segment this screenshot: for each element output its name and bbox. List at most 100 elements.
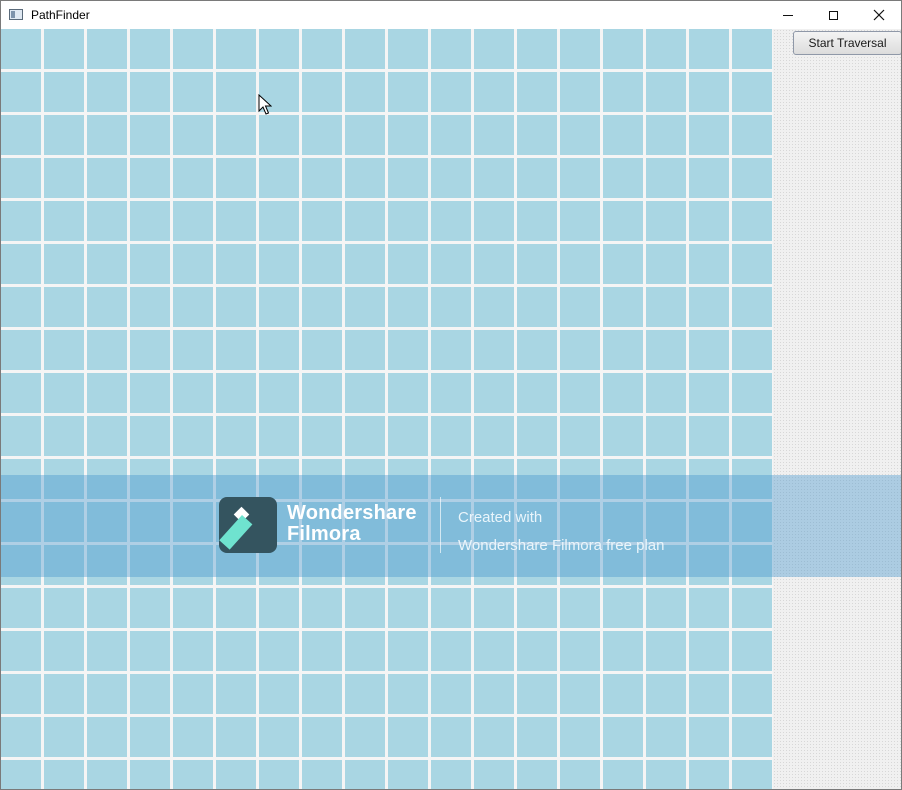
grid-cell[interactable] <box>216 244 256 284</box>
grid-cell[interactable] <box>216 201 256 241</box>
grid-cell[interactable] <box>646 373 686 413</box>
grid-cell[interactable] <box>130 72 170 112</box>
grid-cell[interactable] <box>173 72 213 112</box>
grid-cell[interactable] <box>689 244 729 284</box>
grid-cell[interactable] <box>689 717 729 757</box>
grid-cell[interactable] <box>431 29 471 69</box>
grid-cell[interactable] <box>517 588 557 628</box>
grid-cell[interactable] <box>689 373 729 413</box>
grid-cell[interactable] <box>388 416 428 456</box>
grid-cell[interactable] <box>646 72 686 112</box>
grid-cell[interactable] <box>1 115 41 155</box>
grid-cell[interactable] <box>87 330 127 370</box>
grid-cell[interactable] <box>517 416 557 456</box>
grid-cell[interactable] <box>130 115 170 155</box>
grid-cell[interactable] <box>732 631 772 671</box>
grid-cell[interactable] <box>216 717 256 757</box>
grid-cell[interactable] <box>646 287 686 327</box>
grid-cell[interactable] <box>646 115 686 155</box>
grid-cell[interactable] <box>388 72 428 112</box>
grid-cell[interactable] <box>646 674 686 714</box>
grid-cell[interactable] <box>216 373 256 413</box>
grid-cell[interactable] <box>388 201 428 241</box>
grid-cell[interactable] <box>130 244 170 284</box>
grid-cell[interactable] <box>173 674 213 714</box>
grid-cell[interactable] <box>216 29 256 69</box>
grid-cell[interactable] <box>87 158 127 198</box>
grid-cell[interactable] <box>44 717 84 757</box>
grid-cell[interactable] <box>388 115 428 155</box>
minimize-button[interactable] <box>765 1 811 29</box>
grid-cell[interactable] <box>689 631 729 671</box>
grid-cell[interactable] <box>388 330 428 370</box>
grid-cell[interactable] <box>345 416 385 456</box>
grid-cell[interactable] <box>560 373 600 413</box>
grid-cell[interactable] <box>44 158 84 198</box>
grid-cell[interactable] <box>259 588 299 628</box>
grid-cell[interactable] <box>646 330 686 370</box>
grid-cell[interactable] <box>517 287 557 327</box>
grid-cell[interactable] <box>173 416 213 456</box>
grid-cell[interactable] <box>603 158 643 198</box>
grid-cell[interactable] <box>1 717 41 757</box>
grid-cell[interactable] <box>560 760 600 790</box>
grid-cell[interactable] <box>302 287 342 327</box>
grid-cell[interactable] <box>130 416 170 456</box>
grid-cell[interactable] <box>388 631 428 671</box>
grid-cell[interactable] <box>1 287 41 327</box>
grid-cell[interactable] <box>173 631 213 671</box>
grid-cell[interactable] <box>216 588 256 628</box>
grid-cell[interactable] <box>689 760 729 790</box>
grid-cell[interactable] <box>216 115 256 155</box>
grid-cell[interactable] <box>732 158 772 198</box>
grid-cell[interactable] <box>130 631 170 671</box>
grid-cell[interactable] <box>431 760 471 790</box>
maximize-button[interactable] <box>810 1 856 29</box>
grid-cell[interactable] <box>345 29 385 69</box>
grid-cell[interactable] <box>474 115 514 155</box>
grid-cell[interactable] <box>259 717 299 757</box>
grid-cell[interactable] <box>44 416 84 456</box>
grid-cell[interactable] <box>474 717 514 757</box>
grid-cell[interactable] <box>1 330 41 370</box>
grid-cell[interactable] <box>173 760 213 790</box>
grid-cell[interactable] <box>646 717 686 757</box>
grid-cell[interactable] <box>173 244 213 284</box>
grid-cell[interactable] <box>603 373 643 413</box>
grid-cell[interactable] <box>603 588 643 628</box>
grid-cell[interactable] <box>44 373 84 413</box>
grid-cell[interactable] <box>302 373 342 413</box>
grid-cell[interactable] <box>517 760 557 790</box>
grid-cell[interactable] <box>259 416 299 456</box>
grid-cell[interactable] <box>560 674 600 714</box>
grid-cell[interactable] <box>388 29 428 69</box>
grid-cell[interactable] <box>44 72 84 112</box>
start-traversal-button[interactable]: Start Traversal <box>793 31 901 55</box>
grid-cell[interactable] <box>560 244 600 284</box>
grid-cell[interactable] <box>474 287 514 327</box>
grid-cell[interactable] <box>732 373 772 413</box>
grid-cell[interactable] <box>732 760 772 790</box>
grid-cell[interactable] <box>259 674 299 714</box>
grid-cell[interactable] <box>431 201 471 241</box>
grid-cell[interactable] <box>431 631 471 671</box>
grid-cell[interactable] <box>173 158 213 198</box>
grid-cell[interactable] <box>302 330 342 370</box>
grid-cell[interactable] <box>345 330 385 370</box>
grid-cell[interactable] <box>388 760 428 790</box>
grid-cell[interactable] <box>216 158 256 198</box>
grid-cell[interactable] <box>302 115 342 155</box>
grid-cell[interactable] <box>560 631 600 671</box>
grid-cell[interactable] <box>732 588 772 628</box>
grid-cell[interactable] <box>345 373 385 413</box>
grid-cell[interactable] <box>603 244 643 284</box>
grid-cell[interactable] <box>130 373 170 413</box>
grid-cell[interactable] <box>345 201 385 241</box>
grid-cell[interactable] <box>259 201 299 241</box>
grid-cell[interactable] <box>474 631 514 671</box>
grid-cell[interactable] <box>1 416 41 456</box>
grid-cell[interactable] <box>474 373 514 413</box>
grid-cell[interactable] <box>689 29 729 69</box>
grid-cell[interactable] <box>517 674 557 714</box>
grid-cell[interactable] <box>603 287 643 327</box>
